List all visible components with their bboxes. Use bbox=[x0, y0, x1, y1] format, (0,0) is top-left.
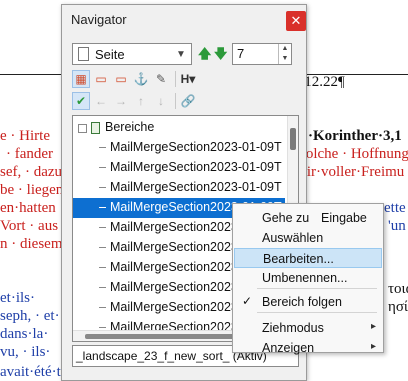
menu-item[interactable]: Ziehmodus ▸ bbox=[234, 318, 382, 338]
demote-right-icon[interactable]: → bbox=[112, 92, 130, 110]
document-line: dans·la· bbox=[0, 326, 49, 342]
menu-item[interactable]: Auswählen bbox=[234, 228, 382, 248]
sections-icon bbox=[91, 122, 100, 134]
menu-item-label: Ziehmodus bbox=[262, 321, 324, 335]
menu-item-shortcut: Eingabe bbox=[321, 211, 367, 225]
horizontal-scroll-thumb[interactable] bbox=[85, 334, 237, 339]
toolbar-row-1: ▦ ▭ ▭ ⚓ ✎ H▾ bbox=[72, 69, 199, 89]
footer-icon[interactable]: ▭ bbox=[112, 70, 130, 88]
tree-item[interactable]: MailMergeSection2023-01-09T bbox=[73, 138, 285, 158]
checkmark-icon: ✓ bbox=[242, 294, 253, 308]
toolbar-separator bbox=[175, 93, 176, 109]
document-line: wir·voller·Freimu bbox=[296, 164, 405, 180]
menu-item-label: Anzeigen bbox=[262, 341, 315, 355]
toolbar-separator bbox=[175, 71, 176, 87]
document-line: et·ils· bbox=[0, 290, 35, 306]
navigator-titlebar[interactable]: Navigator ✕ bbox=[62, 5, 306, 35]
navigator-title: Navigator bbox=[71, 12, 127, 27]
menu-item[interactable]: Anzeigen ▸ bbox=[234, 338, 382, 358]
chevron-down-icon[interactable]: ▼ bbox=[174, 49, 188, 60]
menu-item-label: Gehe zu bbox=[262, 211, 310, 225]
document-line: n · diesem bbox=[0, 236, 63, 252]
document-line: τοια bbox=[388, 281, 408, 297]
navigate-by-select[interactable]: Seite ▼ bbox=[72, 43, 192, 65]
menu-item[interactable]: Gehe zu Eingabe bbox=[234, 208, 382, 228]
menu-item-label: Auswählen bbox=[262, 231, 324, 245]
tree-branch-icon bbox=[99, 287, 106, 288]
document-line: ησία bbox=[388, 299, 408, 315]
menu-item[interactable]: Umbenennen... bbox=[234, 268, 382, 288]
tree-branch-icon bbox=[99, 227, 106, 228]
menu-item-label: Umbenennen... bbox=[262, 271, 348, 285]
tree-item[interactable]: MailMergeSection2023-01-09T bbox=[73, 178, 285, 198]
tree-branch-icon bbox=[99, 167, 106, 168]
tree-branch-icon bbox=[99, 307, 106, 308]
document-line: e · Hirte bbox=[0, 128, 50, 144]
menu-separator bbox=[257, 312, 377, 313]
next-arrow-icon[interactable]: 🡇 bbox=[214, 45, 227, 67]
page-number-input[interactable]: 7 ▲ ▼ bbox=[232, 43, 292, 65]
collapse-icon[interactable] bbox=[78, 124, 87, 133]
document-line: solche · Hoffnung bbox=[300, 146, 408, 162]
tree-item[interactable]: MailMergeSection2023-01-09T bbox=[73, 158, 285, 178]
document-line: · fander bbox=[6, 146, 54, 162]
paperclip-icon[interactable]: ✎ bbox=[152, 70, 170, 88]
tree-branch-icon bbox=[99, 207, 106, 208]
document-line: Vort · aus bbox=[0, 218, 59, 234]
document-line: vu, · ils· bbox=[0, 344, 51, 360]
tree-item-label: MailMergeSection2023-01-09T bbox=[110, 140, 282, 154]
menu-item-label: Bereich folgen bbox=[262, 295, 342, 309]
heading-levels-icon[interactable]: H▾ bbox=[179, 70, 197, 88]
anchor-icon[interactable]: ⚓ bbox=[132, 70, 150, 88]
tree-branch-icon bbox=[99, 267, 106, 268]
content-view-icon[interactable]: ▦ bbox=[72, 70, 90, 88]
tree-item-label: MailMergeSection2023-01-09T bbox=[110, 180, 282, 194]
tree-item-label: MailMergeSection2023-01-09T bbox=[110, 160, 282, 174]
document-line: seph, · et· bbox=[0, 308, 60, 324]
page-number-value: 7 bbox=[237, 46, 245, 61]
vertical-scroll-thumb[interactable] bbox=[290, 128, 296, 150]
header-icon[interactable]: ▭ bbox=[92, 70, 110, 88]
menu-item-label: Bearbeiten... bbox=[263, 252, 334, 266]
document-line: be · liegen bbox=[0, 182, 64, 198]
document-line: en·hatten bbox=[0, 200, 56, 216]
tree-branch-icon bbox=[99, 247, 106, 248]
document-line: 'un bbox=[388, 218, 406, 234]
tree-branch-icon bbox=[99, 147, 106, 148]
toolbar-row-2: ✔ ← → ↑ ↓ 🔗 bbox=[72, 91, 199, 111]
submenu-arrow-icon: ▸ bbox=[370, 341, 376, 352]
promote-left-icon[interactable]: ← bbox=[92, 92, 110, 110]
close-icon: ✕ bbox=[290, 13, 302, 28]
page-icon bbox=[78, 47, 89, 61]
tree-category-row[interactable]: Bereiche bbox=[73, 118, 285, 138]
tree-branch-icon bbox=[99, 327, 106, 328]
document-line: ·Korinther·3,1 bbox=[308, 128, 402, 144]
tree-branch-icon bbox=[99, 187, 106, 188]
context-menu: Gehe zu Eingabe Auswählen Bearbeiten... Umbe… bbox=[232, 203, 384, 355]
document-line: ette bbox=[384, 200, 406, 216]
menu-item[interactable]: Bearbeiten... bbox=[234, 248, 382, 268]
submenu-arrow-icon: ▸ bbox=[370, 321, 376, 332]
menu-separator bbox=[257, 288, 377, 289]
close-button[interactable]: ✕ bbox=[286, 11, 306, 31]
navigate-by-value: Seite bbox=[95, 46, 125, 62]
move-down-icon[interactable]: ↓ bbox=[152, 92, 170, 110]
menu-item[interactable]: ✓ Bereich folgen bbox=[234, 292, 382, 312]
tree-category-label: Bereiche bbox=[105, 120, 155, 134]
document-line: sef, · dazu bbox=[0, 164, 63, 180]
checkmark-icon[interactable]: ✔ bbox=[72, 92, 90, 110]
page-number-spinner[interactable]: ▲ ▼ bbox=[278, 44, 291, 64]
move-up-icon[interactable]: ↑ bbox=[132, 92, 150, 110]
previous-arrow-icon[interactable]: 🡅 bbox=[198, 45, 211, 67]
drag-mode-icon[interactable]: 🔗 bbox=[179, 92, 197, 110]
